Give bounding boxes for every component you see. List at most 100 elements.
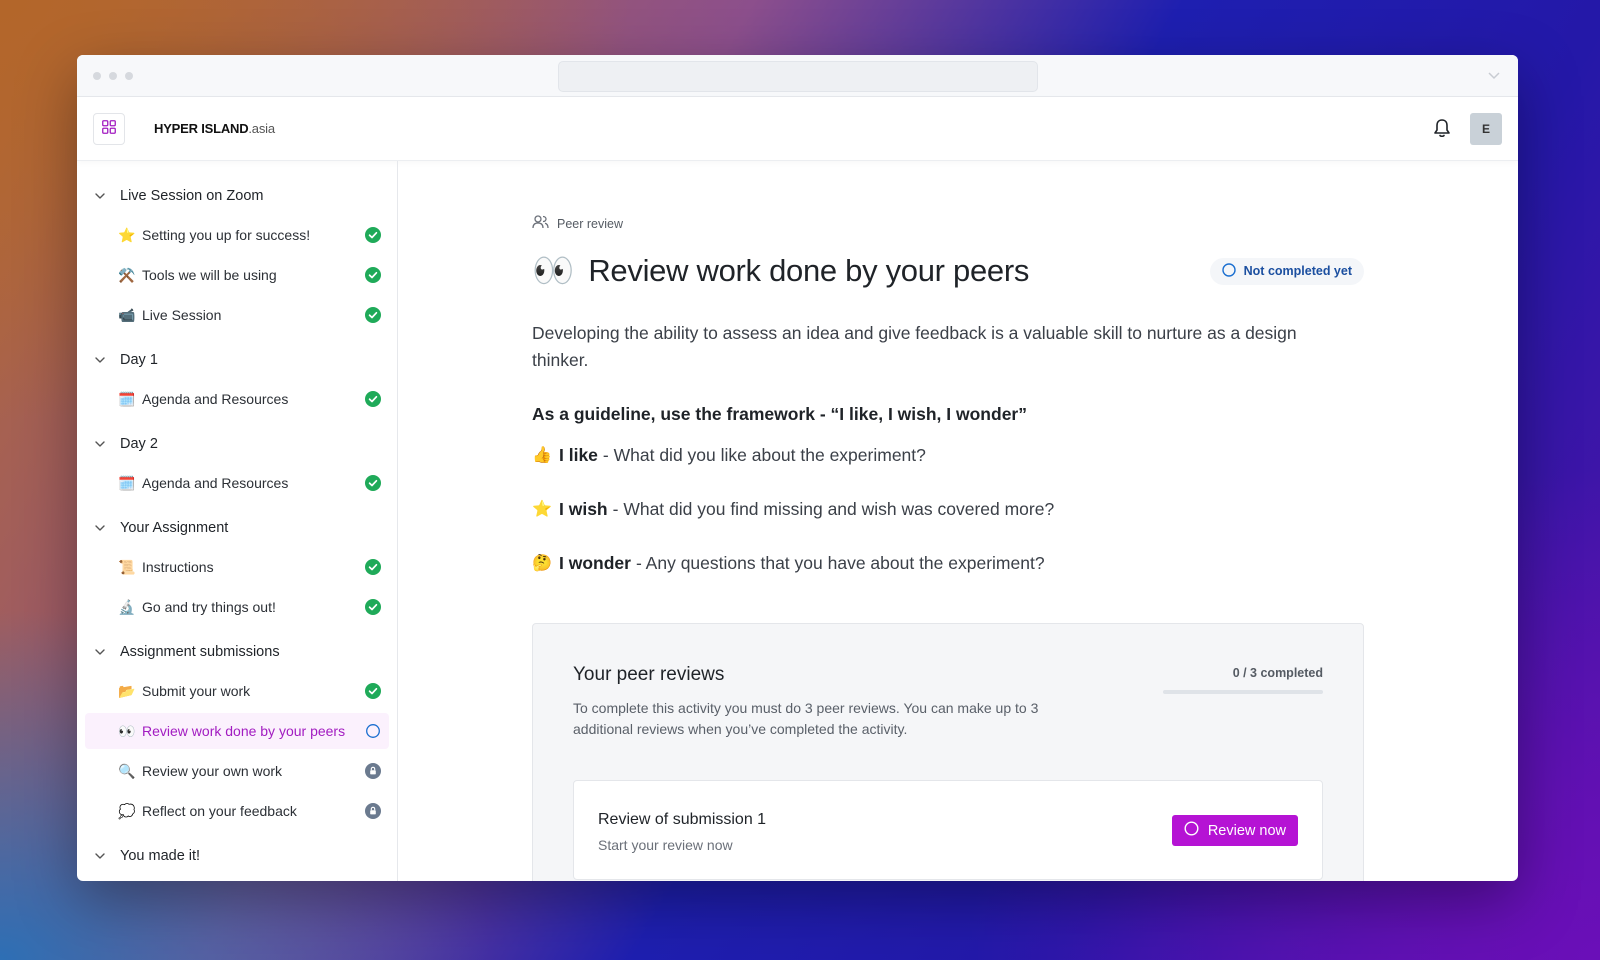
sidebar-section-title: Live Session on Zoom: [120, 188, 264, 204]
sidebar-item[interactable]: ⚒️ Tools we will be using: [85, 257, 389, 293]
browser-titlebar: [77, 55, 1518, 97]
sidebar-section-header[interactable]: Your Assignment: [85, 513, 389, 543]
sidebar-item-label: Reflect on your feedback: [142, 803, 297, 819]
sidebar-section-title: Day 1: [120, 352, 158, 368]
progress-text: 0 / 3 completed: [1232, 666, 1323, 680]
guideline-heading: As a guideline, use the framework - “I l…: [532, 404, 1027, 424]
page-title: Review work done by your peers: [588, 253, 1030, 288]
item-emoji-icon: 📜: [118, 558, 136, 575]
notifications-bell-icon[interactable]: [1433, 118, 1451, 143]
peer-reviews-description: To complete this activity you must do 3 …: [573, 700, 1039, 737]
sidebar-item[interactable]: 💭 Reflect on your feedback: [85, 793, 389, 829]
review-now-button[interactable]: Review now: [1171, 815, 1298, 846]
sidebar-item-label: Live Session: [142, 307, 222, 323]
status-badge: Not completed yet: [1209, 257, 1364, 285]
sidebar-section-title: Assignment submissions: [120, 644, 280, 660]
sidebar-item-label: Agenda and Resources: [142, 391, 289, 407]
item-emoji-icon: ⚒️: [118, 266, 136, 283]
breadcrumb: Peer review: [532, 215, 1364, 232]
circle-icon: [365, 723, 381, 739]
sidebar-section-header[interactable]: Day 1: [85, 345, 389, 375]
eyes-icon: 👀: [532, 252, 575, 290]
peer-review-progress: 0 / 3 completed: [1163, 666, 1323, 694]
framework-item-wonder: 🤔 I wonder - Any questions that you have…: [532, 551, 1364, 575]
grid-icon: [102, 119, 116, 139]
chevron-down-icon: [95, 853, 109, 859]
framework-text: - Any questions that you have about the …: [635, 552, 1045, 573]
circle-icon: [1184, 821, 1199, 840]
sidebar-item[interactable]: 📂 Submit your work: [85, 673, 389, 709]
sidebar-section-title: Day 2: [120, 436, 158, 452]
sidebar-item-label: Agenda and Resources: [142, 475, 289, 491]
item-emoji-icon: 🔍: [118, 762, 136, 779]
breadcrumb-label[interactable]: Peer review: [557, 217, 623, 231]
chevron-down-icon: [95, 441, 109, 447]
check-circle-icon: [365, 559, 381, 575]
chevron-down-icon[interactable]: [1488, 67, 1500, 83]
chevron-down-icon: [95, 357, 109, 363]
lock-icon: [365, 803, 381, 819]
apps-menu-button[interactable]: [93, 113, 125, 145]
sidebar-item[interactable]: ⭐ Setting you up for success!: [85, 217, 389, 253]
intro-text: Developing the ability to assess an idea…: [532, 323, 1297, 370]
thumbs-up-icon: 👍: [532, 447, 552, 464]
course-sidebar: Live Session on Zoom ⭐ Setting you up for …: [77, 161, 398, 881]
sidebar-item-label: Submit your work: [142, 683, 251, 699]
progress-bar: [1163, 690, 1323, 694]
sidebar-item-label: Setting you up for success!: [142, 227, 311, 243]
sidebar-item[interactable]: 🔬 Go and try things out!: [85, 589, 389, 625]
browser-window: HYPER ISLAND.asia E Live Session on Zoom…: [77, 55, 1518, 881]
sidebar-item[interactable]: 📜 Instructions: [85, 549, 389, 585]
peer-reviews-card: Your peer reviews To complete this activ…: [532, 623, 1364, 881]
item-emoji-icon: 🗓️: [118, 474, 136, 491]
sidebar-section-header[interactable]: Live Session on Zoom: [85, 181, 389, 211]
framework-list: 👍 I like - What did you like about the e…: [532, 443, 1364, 575]
sidebar-item[interactable]: 🗓️ Agenda and Resources: [85, 381, 389, 417]
check-circle-icon: [365, 227, 381, 243]
window-controls: [93, 72, 133, 80]
hyper-island-logo[interactable]: HYPER ISLAND.asia: [154, 121, 275, 136]
framework-text: - What did you like about the experiment…: [602, 444, 926, 465]
sidebar-item-label: Instructions: [142, 559, 214, 575]
sidebar-item[interactable]: 🗓️ Agenda and Resources: [85, 465, 389, 501]
sidebar-section-header[interactable]: Day 2: [85, 429, 389, 459]
circle-icon: [1221, 262, 1236, 280]
check-circle-icon: [365, 267, 381, 283]
chevron-down-icon: [95, 193, 109, 199]
item-emoji-icon: 💭: [118, 802, 136, 819]
address-bar[interactable]: [558, 61, 1038, 92]
submission-card: Review of submission 1 Start your review…: [573, 780, 1323, 880]
sidebar-item[interactable]: 🔍 Review your own work: [85, 753, 389, 789]
framework-term: I like: [559, 444, 598, 465]
check-circle-icon: [365, 391, 381, 407]
chevron-down-icon: [95, 525, 109, 531]
sidebar-item-label: Tools we will be using: [142, 267, 277, 283]
framework-text: - What did you find missing and wish was…: [612, 498, 1055, 519]
sidebar-item[interactable]: 👀 Review work done by your peers: [85, 713, 389, 749]
lock-icon: [365, 763, 381, 779]
sidebar-section-header[interactable]: You made it!: [85, 841, 389, 871]
check-circle-icon: [365, 475, 381, 491]
item-emoji-icon: 🔬: [118, 598, 136, 615]
framework-term: I wonder: [559, 552, 631, 573]
item-emoji-icon: 📹: [118, 306, 136, 323]
thinking-face-icon: 🤔: [532, 555, 552, 572]
user-avatar[interactable]: E: [1470, 113, 1502, 145]
status-badge-label: Not completed yet: [1243, 264, 1352, 278]
sidebar-item[interactable]: 📹 Live Session: [85, 297, 389, 333]
item-emoji-icon: 📂: [118, 682, 136, 699]
framework-term: I wish: [559, 498, 608, 519]
minimize-window-dot[interactable]: [109, 72, 117, 80]
star-icon: ⭐: [532, 501, 552, 518]
close-window-dot[interactable]: [93, 72, 101, 80]
item-emoji-icon: 👀: [118, 722, 136, 739]
sidebar-section-header[interactable]: Assignment submissions: [85, 637, 389, 667]
app-header: HYPER ISLAND.asia E: [77, 97, 1518, 161]
maximize-window-dot[interactable]: [125, 72, 133, 80]
